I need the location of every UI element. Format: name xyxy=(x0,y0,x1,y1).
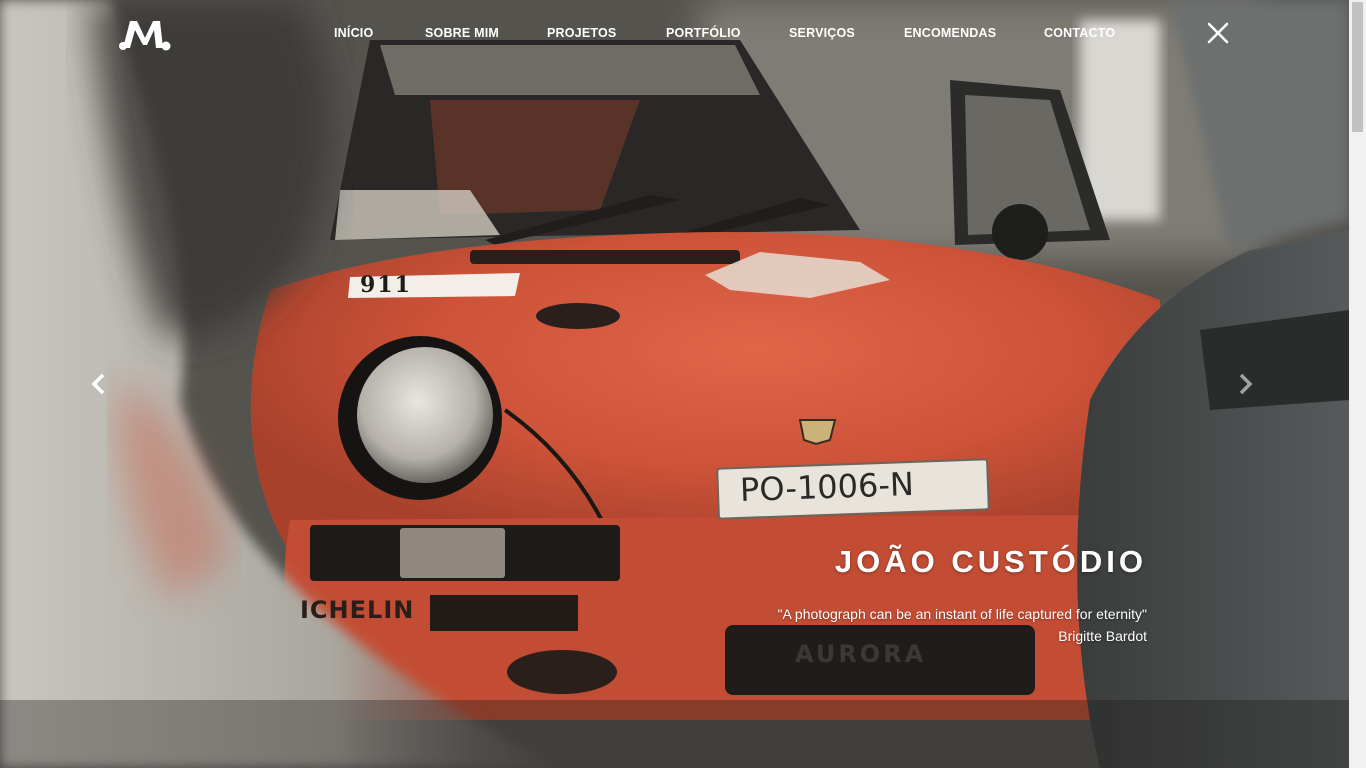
caption-quote: "A photograph can be an instant of life … xyxy=(777,606,1147,622)
chevron-right-icon[interactable] xyxy=(1234,372,1256,396)
bumper-lettering: AURORA xyxy=(795,640,927,668)
page-scrollbar[interactable] xyxy=(1349,0,1366,768)
hero-slider: 911 PO-1006-N AURORA ICHELIN M. INÍCIO S… xyxy=(0,0,1349,768)
top-navigation: M. INÍCIO SOBRE MIM PROJETOS PORTFÓLIO S… xyxy=(0,0,1349,70)
slide-caption: JOÃO CUSTÓDIO "A photograph can be an in… xyxy=(777,544,1147,644)
nav-item-servicos[interactable]: SERVIÇOS xyxy=(789,26,855,40)
license-plate: PO-1006-N xyxy=(739,464,915,510)
nav-item-inicio[interactable]: INÍCIO xyxy=(334,26,373,40)
nav-item-contacto[interactable]: CONTACTO xyxy=(1044,26,1115,40)
caption-title: JOÃO CUSTÓDIO xyxy=(834,544,1147,579)
scrollbar-thumb[interactable] xyxy=(1352,2,1363,132)
hood-number-decal: 911 xyxy=(360,272,412,298)
tyre-brand-lettering: ICHELIN xyxy=(300,596,415,624)
main-menu: INÍCIO SOBRE MIM PROJETOS PORTFÓLIO SERV… xyxy=(0,26,1349,44)
caption-author: Brigitte Bardot xyxy=(1058,628,1147,644)
nav-item-portfolio[interactable]: PORTFÓLIO xyxy=(666,26,741,40)
nav-item-encomendas[interactable]: ENCOMENDAS xyxy=(904,26,996,40)
nav-item-sobre-mim[interactable]: SOBRE MIM xyxy=(425,26,499,40)
hero-photo xyxy=(0,0,1349,768)
chevron-left-icon[interactable] xyxy=(88,372,110,396)
close-icon[interactable] xyxy=(1205,20,1231,46)
nav-item-projetos[interactable]: PROJETOS xyxy=(547,26,616,40)
